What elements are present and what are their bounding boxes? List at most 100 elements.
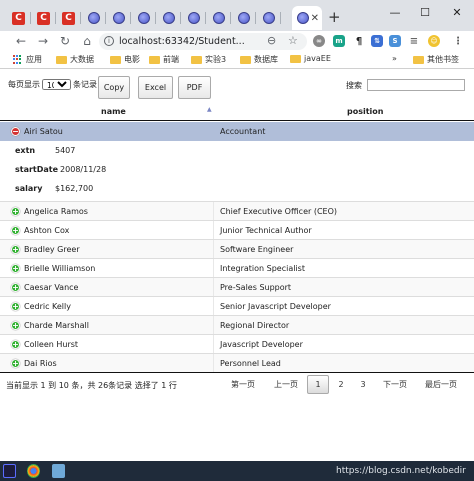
bookmark-folder[interactable]: javaEE [290,54,331,63]
table-row[interactable]: + Dai Rios Personnel Lead [0,353,474,373]
reload-icon[interactable]: ↻ [57,33,73,49]
column-header-name[interactable]: name [101,107,126,116]
pagination-page-current[interactable]: 1 [307,375,329,394]
browser-tab[interactable] [156,6,181,30]
pagination-first[interactable]: 第一页 [226,375,260,394]
expand-row-icon[interactable]: + [11,302,20,311]
chrome-icon[interactable] [27,464,40,478]
browser-tab[interactable] [256,6,281,30]
expand-row-icon[interactable]: + [11,321,20,330]
table-row[interactable]: + Colleen Hurst Javascript Developer [0,334,474,353]
zoom-icon[interactable]: ⊖ [267,34,276,47]
red-c-icon: C [37,11,50,25]
browser-tab[interactable] [181,6,206,30]
folder-icon [290,54,301,63]
expand-row-icon[interactable]: + [11,207,20,216]
bookmarks-overflow[interactable]: » [392,54,397,63]
table-row[interactable]: + Caesar Vance Pre-Sales Support [0,277,474,296]
bookmark-other[interactable]: 其他书签 [413,54,459,65]
bookmark-folder[interactable]: 实验3 [191,54,226,65]
minimize-icon[interactable]: — [380,0,410,24]
browser-tab[interactable] [106,6,131,30]
info-icon[interactable]: i [104,36,114,46]
expand-row-icon[interactable]: + [11,283,20,292]
bookmark-apps[interactable]: 应用 [13,54,42,65]
browser-tab[interactable] [206,6,231,30]
table-row[interactable]: + Brielle Williamson Integration Specialis… [0,258,474,277]
bookmark-label: 大数据 [70,55,94,64]
table-row[interactable]: + Angelica Ramos Chief Executive Officer (… [0,201,474,220]
extension-icon[interactable]: S [389,35,401,47]
cell-position: Javascript Developer [220,340,303,349]
browser-tab[interactable]: C [31,6,56,30]
detail-value: 2008/11/28 [60,165,107,174]
cell-position: Regional Director [220,321,290,330]
menu-icon[interactable]: ⋮ [452,35,464,47]
browser-tab[interactable] [131,6,156,30]
globe-icon [162,12,175,24]
forward-icon[interactable]: → [35,33,51,49]
collapse-row-icon[interactable]: − [11,127,20,136]
browser-tab[interactable]: C [56,6,81,30]
pagination-page[interactable]: 3 [354,375,372,394]
address-bar[interactable]: i localhost:63342/Student... ⊖ ☆ [99,33,307,50]
bookmark-label: 实验3 [205,55,227,64]
detail-value: 5407 [55,146,76,155]
home-icon[interactable]: ⌂ [79,33,95,49]
cell-position: Personnel Lead [220,359,281,368]
expand-row-icon[interactable]: + [11,264,20,273]
bookmark-folder[interactable]: 前端 [149,54,179,65]
avatar[interactable]: ☺ [428,35,440,47]
pagination-page[interactable]: 2 [332,375,350,394]
new-tab-icon[interactable]: + [328,8,341,26]
expand-row-icon[interactable]: + [11,340,20,349]
bookmark-label: 其他书签 [427,55,459,64]
bookmark-folder[interactable]: 数据库 [240,54,278,65]
browser-tab[interactable]: C [6,6,31,30]
expand-row-icon[interactable]: + [11,245,20,254]
bookmark-star-icon[interactable]: ☆ [288,34,298,47]
browser-tab[interactable] [231,6,256,30]
copy-button[interactable]: Copy [98,76,130,99]
url-text: localhost:63342/Student... [119,36,245,47]
close-tab-icon[interactable]: ✕ [311,13,319,24]
ide-icon[interactable] [3,464,16,478]
extension-icon[interactable]: ∞ [313,35,325,47]
notepad-icon[interactable] [52,464,65,478]
folder-icon [56,55,67,64]
back-icon[interactable]: ← [13,33,29,49]
pagination-next[interactable]: 下一页 [377,375,413,394]
detail-label: extn [15,146,36,155]
length-select[interactable]: 10 [42,79,71,90]
browser-tab[interactable] [81,6,106,30]
maximize-icon[interactable]: ☐ [410,0,440,24]
extension-icon[interactable]: ¶ [353,35,365,47]
cell-position: Chief Executive Officer (CEO) [220,207,338,216]
expand-row-icon[interactable]: + [11,226,20,235]
pdf-button[interactable]: PDF [178,76,211,99]
table-row[interactable]: + Cedric Kelly Senior Javascript Developer [0,296,474,315]
pagination-prev[interactable]: 上一页 [268,375,304,394]
column-header-position[interactable]: position [347,107,383,116]
cell-name: Ashton Cox [24,226,70,235]
close-window-icon[interactable]: ✕ [442,0,472,24]
table-row[interactable]: − Airi Satou Accountant [0,122,474,141]
expand-row-icon[interactable]: + [11,359,20,368]
table-row[interactable]: + Charde Marshall Regional Director [0,315,474,334]
globe-icon [297,12,309,24]
browser-tab-active[interactable]: ✕ [292,6,322,30]
bookmark-folder[interactable]: 大数据 [56,54,94,65]
excel-button[interactable]: Excel [138,76,173,99]
search-input[interactable] [367,79,465,91]
cell-name: Bradley Greer [24,245,80,254]
extension-icon[interactable]: ⇅ [371,35,383,47]
red-c-icon: C [12,11,25,25]
globe-icon [262,12,275,24]
table-row[interactable]: + Ashton Cox Junior Technical Author [0,220,474,239]
bookmark-folder[interactable]: 电影 [110,54,140,65]
folder-icon [240,55,251,64]
extension-icon[interactable]: ≡ [408,35,420,47]
extension-icon[interactable]: m [333,35,345,47]
pagination-last[interactable]: 最后一页 [420,375,462,394]
table-row[interactable]: + Bradley Greer Software Engineer [0,239,474,258]
